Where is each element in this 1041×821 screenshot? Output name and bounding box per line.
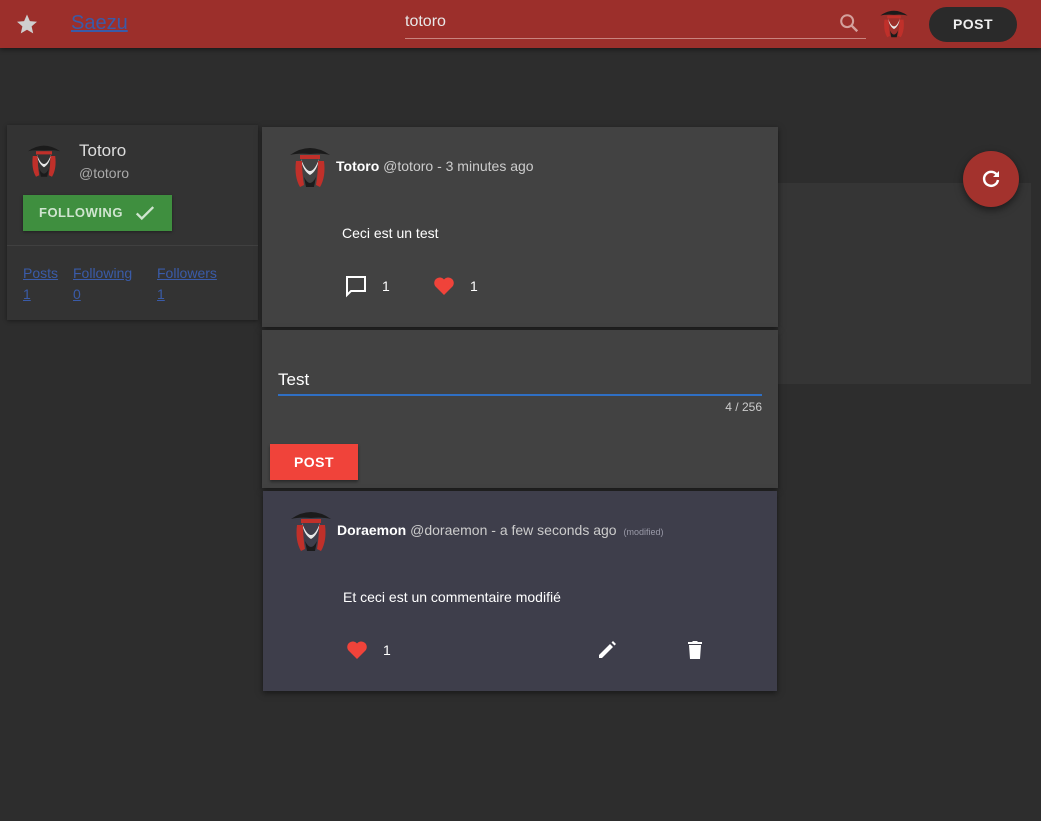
stat-posts-label: Posts — [23, 265, 59, 281]
stat-followers[interactable]: Followers 1 — [157, 263, 217, 305]
search-bar — [405, 8, 866, 39]
brand-link[interactable]: Saezu — [71, 12, 128, 35]
comment-card: Doraemon @doraemon - a few seconds ago (… — [263, 491, 777, 691]
stat-posts-value: 1 — [23, 286, 31, 302]
stat-posts[interactable]: Posts 1 — [23, 263, 58, 305]
profile-handle: @totoro — [79, 165, 130, 181]
user-avatar-icon[interactable] — [877, 6, 911, 40]
following-label: FOLLOWING — [39, 205, 123, 220]
char-counter: 4 / 256 — [725, 400, 762, 414]
heart-icon[interactable] — [432, 274, 456, 298]
comment-text: Et ceci est un commentaire modifié — [343, 589, 561, 605]
comment-count: 1 — [382, 278, 390, 294]
search-icon[interactable] — [838, 12, 860, 34]
post-author-avatar-icon[interactable] — [286, 141, 334, 191]
post-card: Totoro @totoro - 3 minutes ago Ceci est … — [262, 127, 778, 327]
search-input[interactable] — [405, 8, 825, 36]
comment-icon[interactable] — [344, 274, 368, 298]
profile-avatar-icon — [28, 145, 60, 177]
refresh-icon — [982, 170, 1000, 187]
stat-following-value: 0 — [73, 286, 81, 302]
top-app-bar: Saezu POST — [0, 0, 1041, 48]
stat-followers-label: Followers — [157, 265, 217, 281]
delete-icon[interactable] — [683, 638, 707, 662]
edit-icon[interactable] — [595, 638, 619, 662]
like-count: 1 — [470, 278, 478, 294]
post-handle: @totoro — [383, 158, 434, 174]
post-text: Ceci est un test — [342, 225, 439, 241]
profile-name: Totoro — [79, 141, 127, 160]
background-card — [778, 183, 1031, 384]
post-author[interactable]: Totoro — [336, 158, 379, 174]
star-icon[interactable] — [15, 12, 39, 36]
following-button[interactable]: FOLLOWING — [23, 195, 172, 231]
profile-card: Totoro @totoro FOLLOWING Posts 1 Followi… — [7, 125, 258, 320]
reply-post-button[interactable]: POST — [270, 444, 358, 480]
stat-followers-value: 1 — [157, 286, 165, 302]
stat-following-label: Following — [73, 265, 133, 281]
modified-badge: (modified) — [623, 527, 664, 537]
comment-like-count: 1 — [383, 642, 391, 658]
stat-following[interactable]: Following 0 — [73, 263, 132, 305]
post-button[interactable]: POST — [929, 7, 1017, 42]
check-icon — [135, 206, 155, 221]
reply-form: 4 / 256 POST — [262, 330, 778, 488]
comment-author[interactable]: Doraemon — [337, 522, 406, 538]
post-meta: Totoro @totoro - 3 minutes ago — [336, 158, 534, 174]
refresh-button[interactable] — [963, 151, 1019, 207]
comment-time: - a few seconds ago — [491, 522, 617, 538]
divider — [7, 245, 258, 246]
comment-handle: @doraemon — [410, 522, 488, 538]
post-time: - 3 minutes ago — [437, 158, 534, 174]
heart-icon[interactable] — [345, 638, 369, 662]
comment-author-avatar-icon[interactable] — [287, 505, 335, 555]
comment-meta: Doraemon @doraemon - a few seconds ago (… — [337, 522, 663, 538]
reply-input[interactable] — [278, 366, 762, 396]
